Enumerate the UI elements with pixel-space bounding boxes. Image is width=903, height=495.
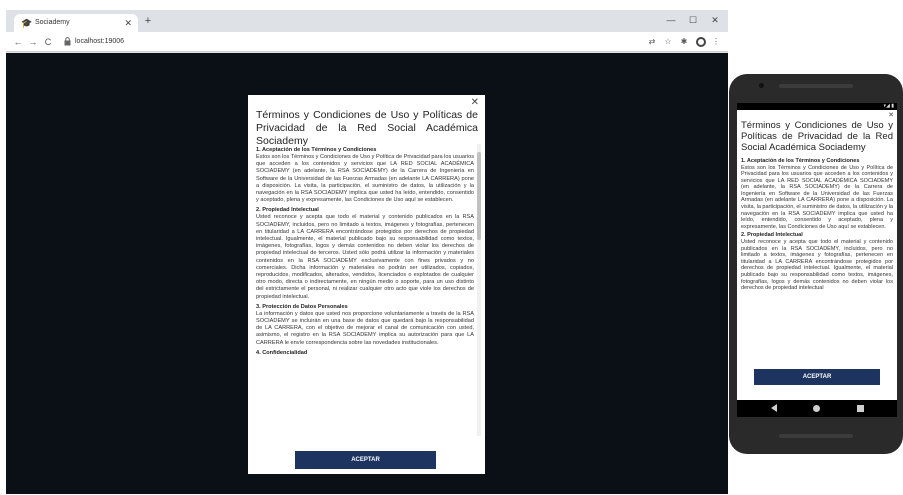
section-heading: 2. Propiedad Intelectual (256, 207, 319, 214)
phone-screen: ▾◢ ▮ ✕ Términos y Condiciones de Uso y P… (737, 103, 897, 417)
forward-icon[interactable]: → (27, 35, 39, 49)
section-text: La información y datos que usted nos pro… (256, 310, 474, 346)
terms-modal: ✕ Términos y Condiciones de Uso y Políti… (248, 95, 485, 474)
camera-icon (759, 83, 764, 88)
scrollbar[interactable] (477, 144, 481, 436)
back-icon[interactable]: ← (12, 35, 24, 49)
status-icons: ▾◢ ▮ (883, 103, 895, 109)
status-bar: ▾◢ ▮ (737, 103, 897, 110)
browser-tab[interactable]: 🎓 Sociademy ✕ (14, 14, 138, 32)
section-heading: 3. Protección de Datos Personales (256, 303, 348, 310)
translate-icon[interactable]: ⇄ (646, 35, 658, 49)
page-viewport: ✕ Términos y Condiciones de Uso y Políti… (6, 53, 728, 494)
section-text: Estos son los Términos y Condiciones de … (256, 154, 474, 204)
accept-button[interactable]: ACEPTAR (295, 451, 436, 469)
home-nav-icon[interactable] (813, 405, 820, 412)
terms-content[interactable]: 1. Aceptación de los Términos y Condicio… (741, 156, 893, 365)
extensions-icon[interactable]: ✱ (678, 35, 690, 49)
android-nav-bar (737, 400, 897, 417)
browser-toolbar: ← → C localhost:19006 ⇄ ☆ ✱ ⋮ (6, 32, 728, 52)
profile-icon[interactable] (696, 37, 706, 47)
modal-title: Términos y Condiciones de Uso y Política… (741, 120, 893, 153)
menu-icon[interactable]: ⋮ (710, 35, 722, 49)
tab-title: Sociademy (35, 19, 70, 26)
terms-content[interactable]: 1. Aceptación de los Términos y Condicio… (256, 144, 474, 436)
browser-window: 🎓 Sociademy ✕ + — ☐ ✕ ← → C localhost:19… (6, 10, 728, 494)
sociademy-favicon-icon: 🎓 (21, 18, 33, 28)
phone-speaker (779, 84, 853, 88)
maximize-button[interactable]: ☐ (683, 13, 703, 27)
recents-nav-icon[interactable] (857, 405, 864, 412)
back-nav-icon[interactable] (771, 404, 777, 412)
phone-device: ▾◢ ▮ ✕ Términos y Condiciones de Uso y P… (729, 74, 903, 454)
reload-icon[interactable]: C (42, 35, 54, 49)
section-heading: 1. Aceptación de los Términos y Condicio… (256, 147, 377, 153)
star-icon[interactable]: ☆ (662, 35, 674, 49)
scroll-thumb[interactable] (477, 152, 481, 240)
close-icon[interactable]: ✕ (471, 98, 479, 108)
section-heading: 4. Confidencialidad (256, 349, 308, 356)
lock-icon (64, 37, 71, 46)
url-text: localhost:19006 (75, 38, 125, 45)
phone-terms-modal: ✕ Términos y Condiciones de Uso y Políti… (737, 110, 897, 400)
close-icon[interactable]: ✕ (888, 112, 894, 120)
minimize-button[interactable]: — (661, 13, 681, 27)
close-window-button[interactable]: ✕ (705, 13, 725, 27)
phone-chin (779, 434, 853, 438)
tab-strip: 🎓 Sociademy ✕ + — ☐ ✕ (6, 10, 728, 32)
modal-title: Términos y Condiciones de Uso y Política… (256, 109, 478, 147)
tab-close-icon[interactable]: ✕ (124, 17, 132, 29)
section-text: Estos son los Términos y Condiciones de … (741, 164, 893, 230)
address-bar[interactable]: localhost:19006 (64, 35, 624, 49)
new-tab-button[interactable]: + (142, 15, 154, 27)
section-text: Usted reconoce y acepta que todo el mate… (741, 238, 893, 292)
section-text: Usted reconoce y acepta que todo el mate… (256, 214, 474, 300)
accept-button[interactable]: ACEPTAR (754, 369, 880, 385)
